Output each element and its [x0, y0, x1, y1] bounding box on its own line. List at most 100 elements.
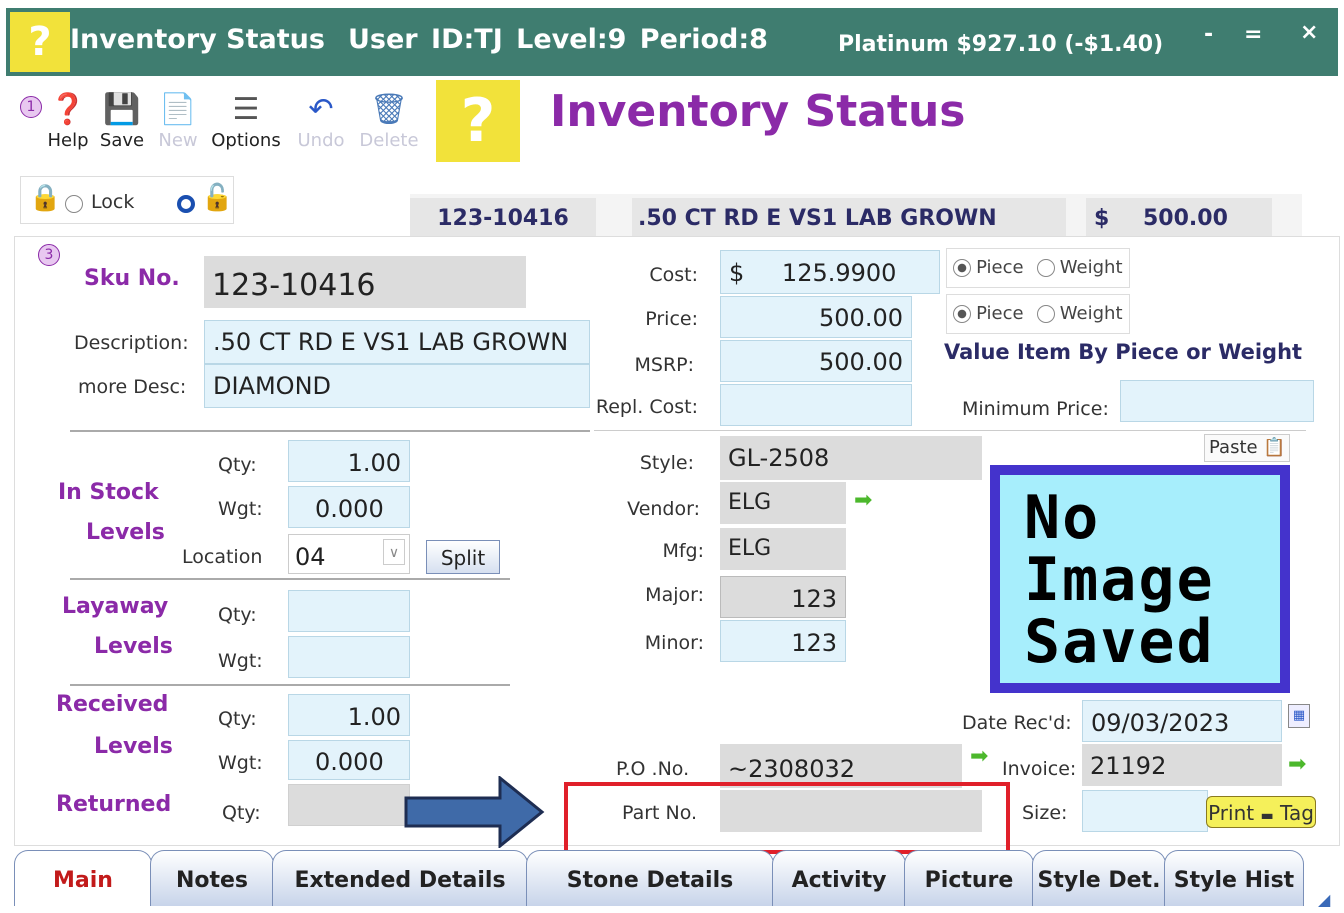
msrp-label: MSRP:	[634, 354, 694, 376]
tab-activity[interactable]: Activity	[772, 850, 906, 906]
repl-cost-field[interactable]	[720, 384, 912, 426]
module-logo-icon: ?	[436, 80, 520, 162]
repl-cost-label: Repl. Cost:	[595, 396, 698, 418]
received-qty-field[interactable]: 1.00	[288, 694, 410, 736]
price-piece-radio[interactable]	[953, 304, 971, 323]
received-wgt-label: Wgt:	[218, 752, 263, 774]
size-field[interactable]	[1082, 790, 1208, 832]
returned-title: Returned	[56, 792, 172, 817]
divider	[70, 578, 510, 580]
mfg-field[interactable]: ELG	[720, 528, 846, 570]
invoice-go-arrow-icon[interactable]: ➡	[1288, 752, 1306, 777]
no-image-line3: Saved	[1024, 607, 1215, 677]
cost-piece-radio[interactable]	[953, 258, 971, 277]
save-icon: 💾	[103, 92, 141, 127]
location-label: Location	[182, 546, 263, 568]
minor-label: Minor:	[644, 632, 704, 654]
cost-field[interactable]: $ 125.9900	[720, 250, 940, 294]
no-image-line2: Image	[1024, 545, 1215, 615]
paste-label: Paste	[1209, 437, 1258, 458]
lock-radio[interactable]	[65, 193, 83, 213]
style-field[interactable]: GL-2508	[720, 436, 982, 480]
page-title: Inventory Status	[550, 86, 966, 137]
mfg-label: Mfg:	[662, 540, 704, 562]
layaway-subtitle: Levels	[94, 634, 173, 659]
tab-notes[interactable]: Notes	[150, 850, 274, 906]
invoice-field[interactable]: 21192	[1082, 744, 1282, 786]
undo-icon: ↶	[308, 92, 334, 127]
item-image-placeholder[interactable]: No Image Saved	[990, 465, 1290, 693]
help-button[interactable]: ❓ Help	[42, 90, 94, 151]
calendar-icon[interactable]: ▦	[1288, 704, 1310, 728]
new-button[interactable]: 📄 New	[152, 90, 204, 151]
tab-main[interactable]: Main	[14, 850, 152, 906]
title-bar: ? Inventory Status User ID:TJ Level:9 Pe…	[6, 8, 1338, 76]
unlock-radio[interactable]	[177, 193, 195, 213]
price-weight-radio[interactable]	[1036, 304, 1055, 323]
help-icon: ❓	[49, 92, 87, 127]
major-field[interactable]: 123	[720, 576, 846, 618]
price-field[interactable]: 500.00	[720, 296, 912, 338]
sku-label: Sku No.	[84, 266, 180, 291]
date-recd-label: Date Rec'd:	[962, 712, 1072, 734]
summary-price-value: 500.00	[1142, 206, 1228, 231]
minimize-button[interactable]: -	[1204, 22, 1213, 47]
printer-icon: ▬	[1260, 808, 1274, 824]
print-tag-button[interactable]: Print ▬ Tag	[1206, 796, 1316, 828]
invoice-label: Invoice:	[1002, 758, 1077, 780]
split-button[interactable]: Split	[426, 540, 500, 574]
received-subtitle: Levels	[94, 734, 173, 759]
in-stock-qty-field[interactable]: 1.00	[288, 440, 410, 482]
delete-label: Delete	[359, 130, 419, 151]
divider	[594, 430, 1306, 431]
vendor-field[interactable]: ELG	[720, 482, 846, 524]
price-label: Price:	[645, 308, 698, 330]
layaway-wgt-field[interactable]	[288, 636, 410, 678]
cost-weight-radio[interactable]	[1036, 258, 1055, 277]
minor-field[interactable]: 123	[720, 620, 846, 662]
step-badge-1: 1	[20, 96, 42, 118]
delete-button[interactable]: 🗑 Delete	[356, 90, 422, 151]
vendor-go-arrow-icon[interactable]: ➡	[854, 488, 872, 513]
lock-label: Lock	[91, 191, 135, 213]
tab-stone-details[interactable]: Stone Details	[526, 850, 774, 906]
layaway-qty-field[interactable]	[288, 590, 410, 632]
more-desc-field[interactable]: DIAMOND	[204, 364, 590, 408]
description-label: Description:	[74, 332, 189, 354]
maximize-button[interactable]: =	[1244, 22, 1262, 47]
location-select[interactable]: 04 ∨	[288, 534, 410, 574]
description-field[interactable]: .50 CT RD E VS1 LAB GROWN	[204, 320, 590, 364]
in-stock-wgt-field[interactable]: 0.000	[288, 486, 410, 528]
app-logo-icon: ?	[10, 12, 70, 72]
chevron-down-icon[interactable]: ∨	[383, 539, 405, 565]
cost-label: Cost:	[649, 264, 698, 286]
save-button[interactable]: 💾 Save	[96, 90, 148, 151]
paste-button[interactable]: Paste 📋	[1204, 434, 1290, 462]
lock-icon: 🔒	[29, 183, 62, 213]
divider	[70, 430, 590, 432]
msrp-field[interactable]: 500.00	[720, 340, 912, 382]
po-go-arrow-icon[interactable]: ➡	[970, 744, 988, 769]
tab-style-det[interactable]: Style Det.	[1032, 850, 1166, 906]
resize-grip-icon[interactable]: ◢	[1318, 890, 1330, 909]
returned-qty-field[interactable]	[288, 784, 410, 826]
undo-button[interactable]: ↶ Undo	[294, 90, 348, 151]
value-by-label: Value Item By Piece or Weight	[944, 340, 1303, 364]
style-label: Style:	[639, 452, 694, 474]
min-price-field[interactable]	[1120, 380, 1314, 422]
received-wgt-field[interactable]: 0.000	[288, 740, 410, 780]
major-label: Major:	[645, 584, 704, 606]
sku-field[interactable]: 123-10416	[204, 256, 526, 308]
cost-piece-label: Piece	[976, 257, 1024, 278]
step-badge-3: 3	[38, 244, 60, 266]
summary-sku: 123-10416	[410, 198, 596, 236]
options-button[interactable]: ☰ Options	[206, 90, 286, 151]
tab-style-hist[interactable]: Style Hist	[1164, 850, 1304, 906]
tab-extended-details[interactable]: Extended Details	[272, 850, 528, 906]
close-button[interactable]: ×	[1300, 20, 1318, 45]
layaway-qty-label: Qty:	[218, 604, 257, 626]
in-stock-qty-label: Qty:	[218, 454, 257, 476]
date-recd-field[interactable]: 09/03/2023	[1082, 700, 1282, 742]
menu-icon: ☰	[232, 92, 260, 127]
tab-picture[interactable]: Picture	[904, 850, 1034, 906]
